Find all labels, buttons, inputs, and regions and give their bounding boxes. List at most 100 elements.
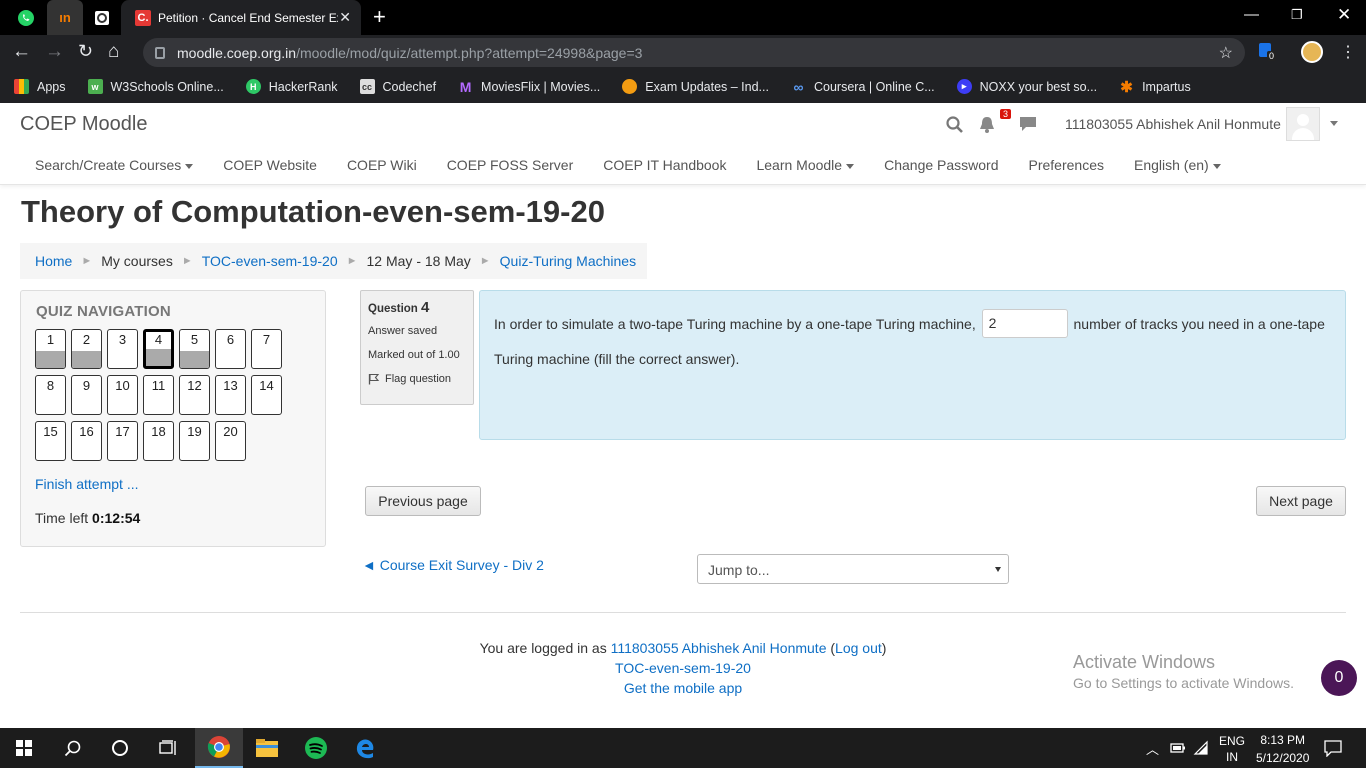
question-nav-button[interactable]: 20 <box>215 421 246 461</box>
question-nav-button[interactable]: 18 <box>143 421 174 461</box>
question-nav-button[interactable]: 6 <box>215 329 246 369</box>
footer-course-link[interactable]: TOC-even-sem-19-20 <box>615 660 751 676</box>
menu-coep-website[interactable]: COEP Website <box>208 157 332 173</box>
cortana-button[interactable] <box>96 728 144 768</box>
file-explorer-taskbar-button[interactable] <box>243 728 291 768</box>
menu-preferences[interactable]: Preferences <box>1014 157 1119 173</box>
question-nav-button[interactable]: 8 <box>35 375 66 415</box>
home-icon[interactable]: ⌂ <box>108 41 119 63</box>
breadcrumb-quiz[interactable]: Quiz-Turing Machines <box>500 253 636 269</box>
user-menu-name[interactable]: 111803055 Abhishek Anil Honmute <box>1065 116 1281 132</box>
profile-avatar[interactable] <box>1301 41 1323 63</box>
activate-windows-watermark: Activate Windows Go to Settings to activ… <box>1073 652 1294 691</box>
site-brand[interactable]: COEP Moodle <box>20 113 147 136</box>
bookmark-moviesflix[interactable]: M MoviesFlix | Movies... <box>458 79 601 95</box>
answer-input[interactable]: 2 <box>981 308 1068 338</box>
clock[interactable]: 8:13 PM 5/12/2020 <box>1256 731 1309 767</box>
mobile-app-link[interactable]: Get the mobile app <box>624 680 742 696</box>
menu-coep-it-handbook[interactable]: COEP IT Handbook <box>588 157 741 173</box>
task-view-icon <box>159 740 176 755</box>
question-nav-button[interactable]: 3 <box>107 329 138 369</box>
forward-arrow-icon[interactable]: → <box>45 41 64 63</box>
previous-page-button[interactable]: Previous page <box>365 486 481 516</box>
extension-icon[interactable]: 0 <box>1257 41 1279 63</box>
messages-icon[interactable] <box>1019 116 1037 133</box>
breadcrumb-course[interactable]: TOC-even-sem-19-20 <box>202 253 338 269</box>
browser-menu-icon[interactable]: ⋮ <box>1340 42 1356 62</box>
flag-question-label: Flag question <box>385 373 452 385</box>
whatsapp-tab[interactable] <box>8 0 44 35</box>
search-icon[interactable] <box>946 116 964 134</box>
chat-badge[interactable]: 0 <box>1321 660 1357 696</box>
question-grade: Marked out of 1.00 <box>368 349 460 361</box>
next-page-button[interactable]: Next page <box>1256 486 1346 516</box>
bell-icon[interactable] <box>978 115 996 135</box>
bookmark-w3schools[interactable]: w W3Schools Online... <box>87 79 224 94</box>
chrome-taskbar-button[interactable] <box>195 728 243 768</box>
spotify-taskbar-button[interactable] <box>292 728 340 768</box>
active-tab[interactable]: C. Petition · Cancel End Semester Ex ✕ <box>121 0 361 35</box>
menu-coep-wiki[interactable]: COEP Wiki <box>332 157 432 173</box>
menu-change-password[interactable]: Change Password <box>869 157 1013 173</box>
question-nav-button[interactable]: 1 <box>35 329 66 369</box>
question-nav-button[interactable]: 14 <box>251 375 282 415</box>
breadcrumb-separator-icon: ► <box>81 255 93 267</box>
previous-activity-link[interactable]: ◄ Course Exit Survey - Div 2 <box>362 557 544 573</box>
w3schools-icon: w <box>87 79 103 94</box>
exam-updates-icon <box>622 79 638 94</box>
bookmark-apps[interactable]: Apps <box>14 79 66 94</box>
reload-icon[interactable]: ↻ <box>78 41 93 62</box>
bookmark-coursera[interactable]: ∞ Coursera | Online C... <box>791 79 934 95</box>
question-nav-button[interactable]: 19 <box>179 421 210 461</box>
menu-learn-moodle[interactable]: Learn Moodle <box>741 157 869 173</box>
jump-to-select[interactable]: Jump to... <box>697 554 1009 584</box>
question-nav-button[interactable]: 10 <box>107 375 138 415</box>
question-nav-button[interactable]: 13 <box>215 375 246 415</box>
bookmark-codechef[interactable]: cc Codechef <box>359 79 436 94</box>
footer-user-link[interactable]: 111803055 Abhishek Anil Honmute <box>611 640 827 656</box>
question-nav-button[interactable]: 7 <box>251 329 282 369</box>
bookmark-hackerrank[interactable]: H HackerRank <box>245 79 338 94</box>
edge-taskbar-button[interactable] <box>341 728 389 768</box>
search-taskbar-button[interactable] <box>48 728 96 768</box>
question-nav-button[interactable]: 4 <box>143 329 174 369</box>
bookmark-star-icon[interactable]: ☆ <box>1219 43 1233 63</box>
tray-overflow-chevron-icon[interactable]: ︿ <box>1146 739 1159 758</box>
wifi-icon[interactable] <box>1193 740 1209 756</box>
question-nav-button[interactable]: 11 <box>143 375 174 415</box>
breadcrumb-home[interactable]: Home <box>35 253 72 269</box>
flag-question-toggle[interactable]: Flag question <box>368 373 473 385</box>
question-nav-button[interactable]: 17 <box>107 421 138 461</box>
question-nav-button[interactable]: 16 <box>71 421 102 461</box>
input-language[interactable]: ENG IN <box>1219 733 1245 765</box>
battery-icon[interactable] <box>1170 741 1186 755</box>
address-bar[interactable]: moodle.coep.org.in/moodle/mod/quiz/attem… <box>143 38 1245 67</box>
new-tab-icon[interactable]: + <box>373 4 386 30</box>
close-tab-icon[interactable]: ✕ <box>339 9 351 26</box>
pinned-tab-2[interactable]: ın <box>47 0 83 35</box>
bookmark-impartus[interactable]: ✱ Impartus <box>1119 79 1190 96</box>
user-avatar[interactable] <box>1286 107 1320 141</box>
action-center-icon[interactable] <box>1324 740 1342 757</box>
user-menu-caret-icon[interactable] <box>1330 121 1338 126</box>
finish-attempt-link[interactable]: Finish attempt ... <box>35 476 138 492</box>
pinned-tab-3[interactable] <box>84 0 120 35</box>
minimize-icon[interactable]: — <box>1244 6 1259 23</box>
menu-language[interactable]: English (en) <box>1119 157 1236 173</box>
page-title: Theory of Computation-even-sem-19-20 <box>21 194 605 229</box>
restore-icon[interactable]: ❐ <box>1291 7 1303 23</box>
question-nav-button[interactable]: 9 <box>71 375 102 415</box>
bookmark-noxx[interactable]: ▸ NOXX your best so... <box>956 79 1097 94</box>
bookmark-exam-updates[interactable]: Exam Updates – Ind... <box>622 79 769 94</box>
task-view-button[interactable] <box>144 728 192 768</box>
back-arrow-icon[interactable]: ← <box>12 41 31 63</box>
question-nav-button[interactable]: 15 <box>35 421 66 461</box>
menu-search-create-courses[interactable]: Search/Create Courses <box>20 157 208 173</box>
question-nav-button[interactable]: 12 <box>179 375 210 415</box>
close-window-icon[interactable]: ✕ <box>1337 5 1351 25</box>
menu-coep-foss-server[interactable]: COEP FOSS Server <box>432 157 589 173</box>
question-nav-button[interactable]: 2 <box>71 329 102 369</box>
start-button[interactable] <box>0 728 48 768</box>
question-nav-button[interactable]: 5 <box>179 329 210 369</box>
logout-link[interactable]: Log out <box>835 640 882 656</box>
